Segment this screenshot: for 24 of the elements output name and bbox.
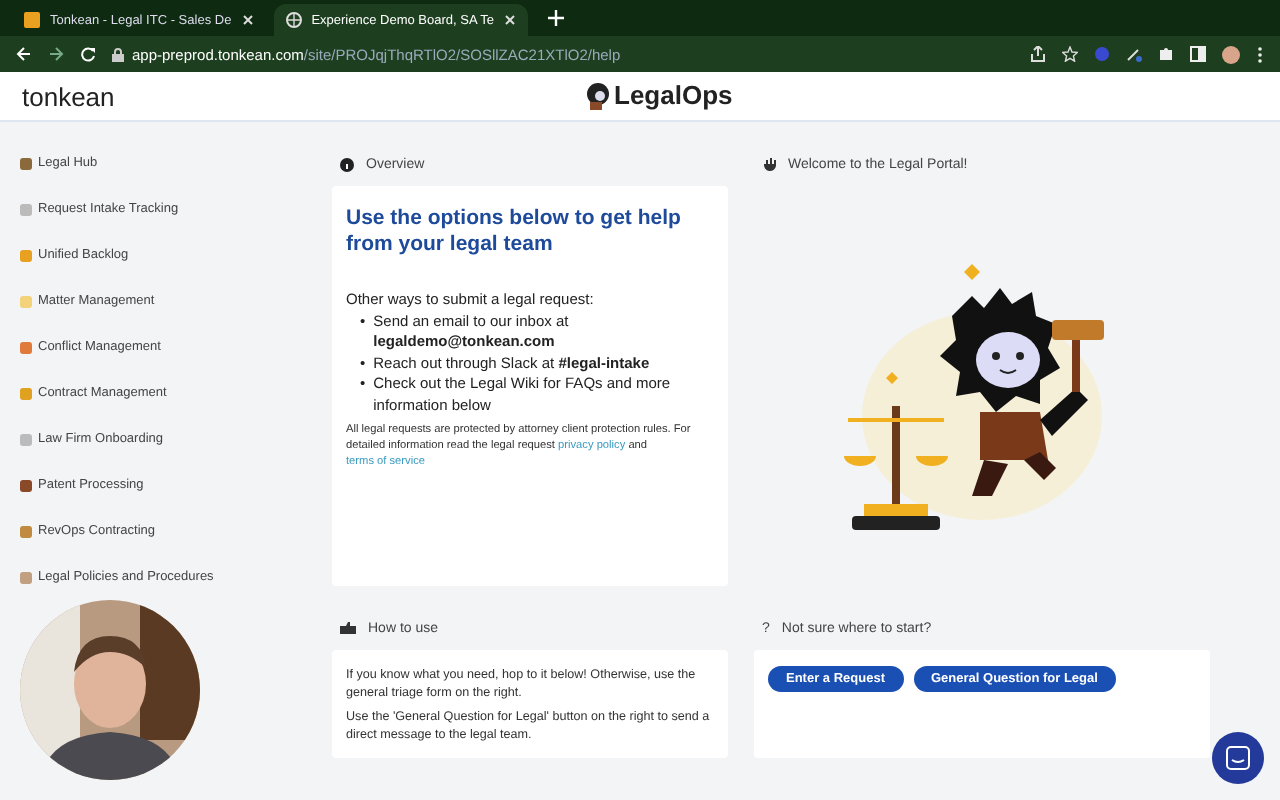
new-tab-icon[interactable]: [547, 10, 564, 26]
info-icon: [340, 157, 354, 171]
logo-text: LegalOps: [614, 80, 733, 110]
brand-name[interactable]: tonkean: [22, 81, 115, 111]
chat-icon: [1226, 746, 1250, 770]
chat-launcher-button[interactable]: [1212, 732, 1264, 784]
pen-icon[interactable]: [1126, 46, 1142, 62]
puzzle-icon[interactable]: [1158, 46, 1174, 62]
globe-icon: [285, 12, 302, 28]
profile-avatar[interactable]: [1222, 45, 1240, 63]
close-icon[interactable]: [241, 14, 254, 26]
menu-icon[interactable]: [1256, 45, 1264, 63]
share-icon[interactable]: [1030, 46, 1046, 62]
waving-hand-icon: [762, 157, 776, 171]
mascot-icon: [584, 81, 612, 109]
sidebar-icon[interactable]: [1190, 46, 1206, 62]
back-icon[interactable]: [16, 46, 32, 62]
forward-icon[interactable]: [48, 46, 64, 62]
star-icon[interactable]: [1062, 46, 1078, 62]
site-icon: [24, 12, 40, 28]
close-icon[interactable]: [503, 14, 516, 26]
lock-icon: [112, 47, 124, 61]
overview-title: Use the options below to get help from your legal team: [346, 206, 683, 258]
reload-icon[interactable]: [80, 46, 96, 62]
